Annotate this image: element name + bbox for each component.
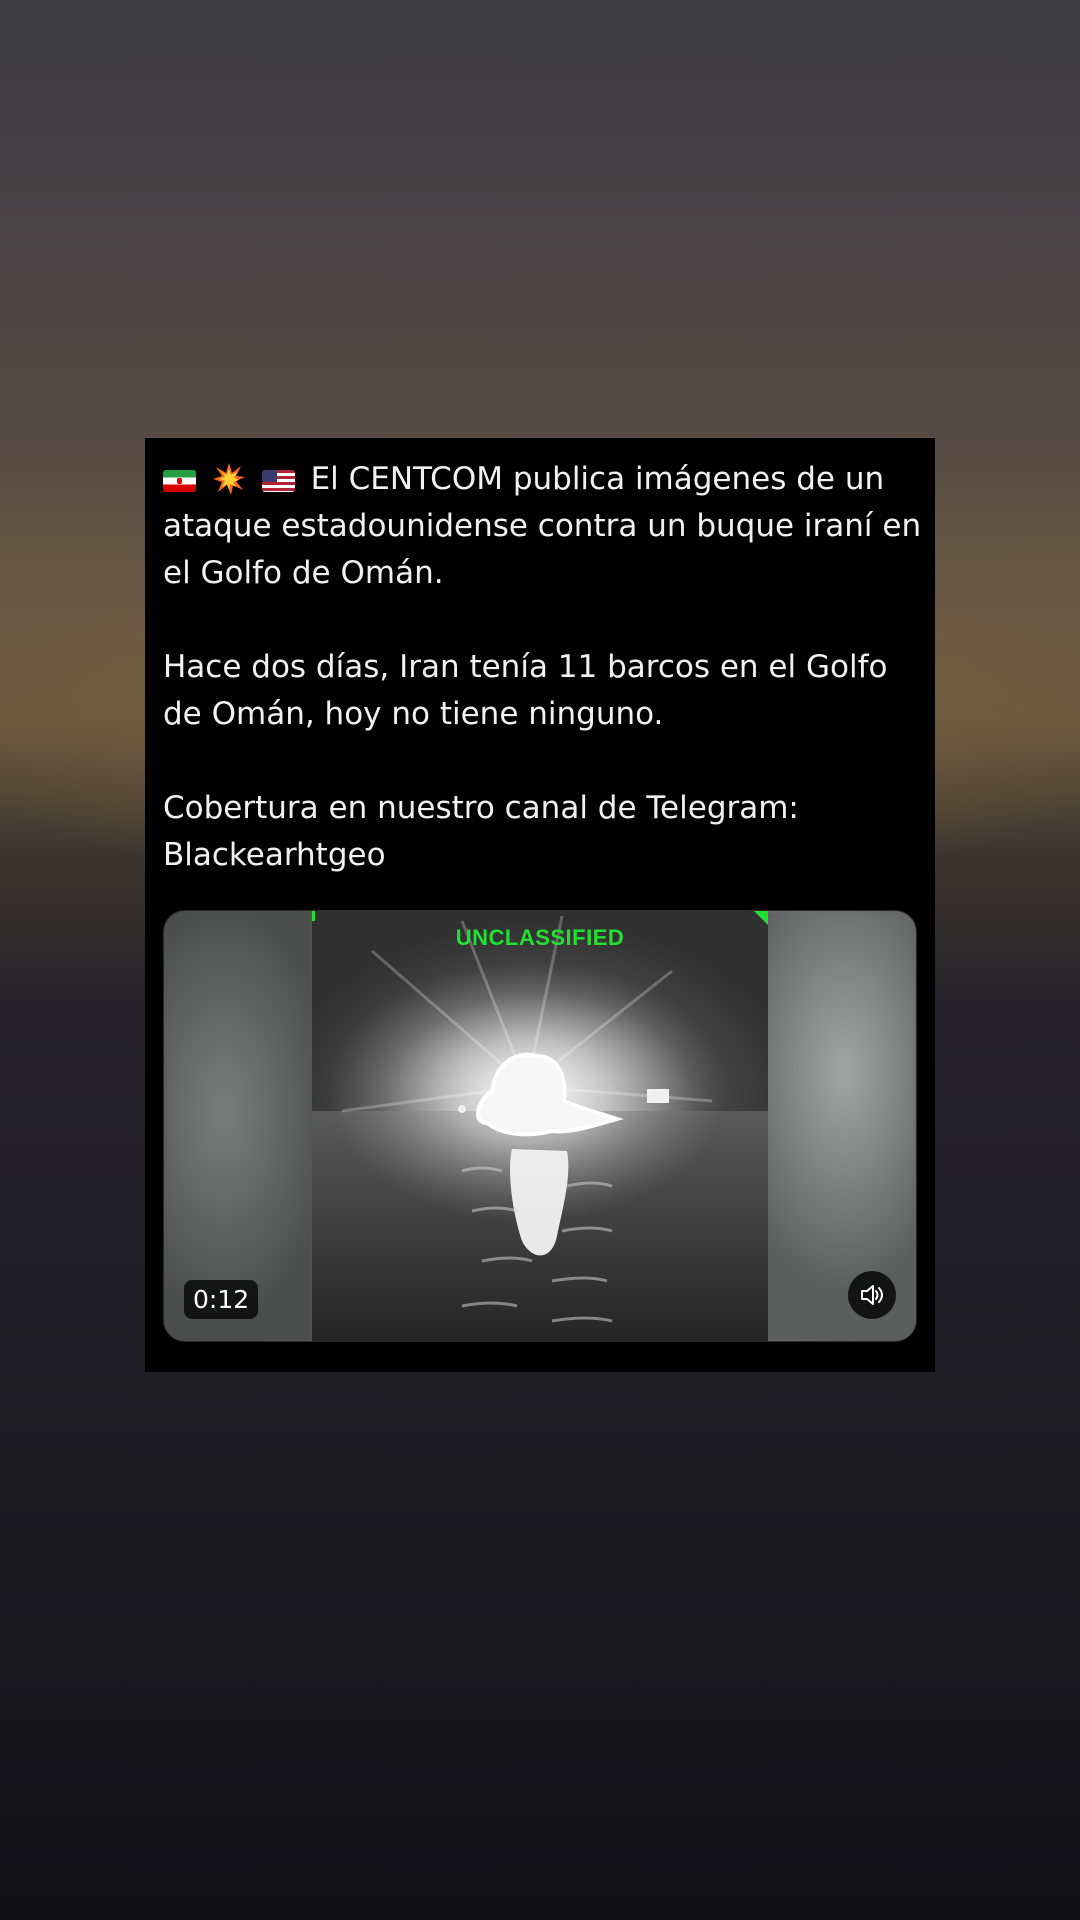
unclassified-label: UNCLASSIFIED: [455, 925, 625, 950]
video-frame[interactable]: UNCLASSIFIED: [312, 911, 768, 1341]
video-corner-marker-right: [754, 911, 768, 925]
us-flag-icon: [261, 470, 295, 492]
explosion-icon: [212, 463, 245, 495]
post-paragraph-3: Cobertura en nuestro canal de Telegram: …: [163, 790, 799, 873]
speaker-icon: [861, 1285, 883, 1305]
video-duration-badge: 0:12: [184, 1280, 259, 1319]
post-card[interactable]: El CENTCOM publica imágenes de un ataque…: [145, 438, 935, 1372]
post-paragraph-2: Hace dos días, Iran tenía 11 barcos en e…: [163, 649, 888, 732]
story-background: El CENTCOM publica imágenes de un ataque…: [0, 0, 1080, 1920]
post-text: El CENTCOM publica imágenes de un ataque…: [163, 456, 923, 879]
iran-flag-icon: [163, 470, 196, 492]
video-player[interactable]: UNCLASSIFIED 0:12: [163, 910, 917, 1342]
post-paragraph-1: El CENTCOM publica imágenes de un ataque…: [163, 456, 923, 597]
mute-toggle-button[interactable]: [848, 1271, 896, 1319]
video-corner-marker-left: [312, 911, 315, 921]
video-blur-left: [164, 911, 312, 1341]
thermal-explosion-image: [312, 915, 768, 1341]
video-blur-right: [764, 911, 916, 1341]
